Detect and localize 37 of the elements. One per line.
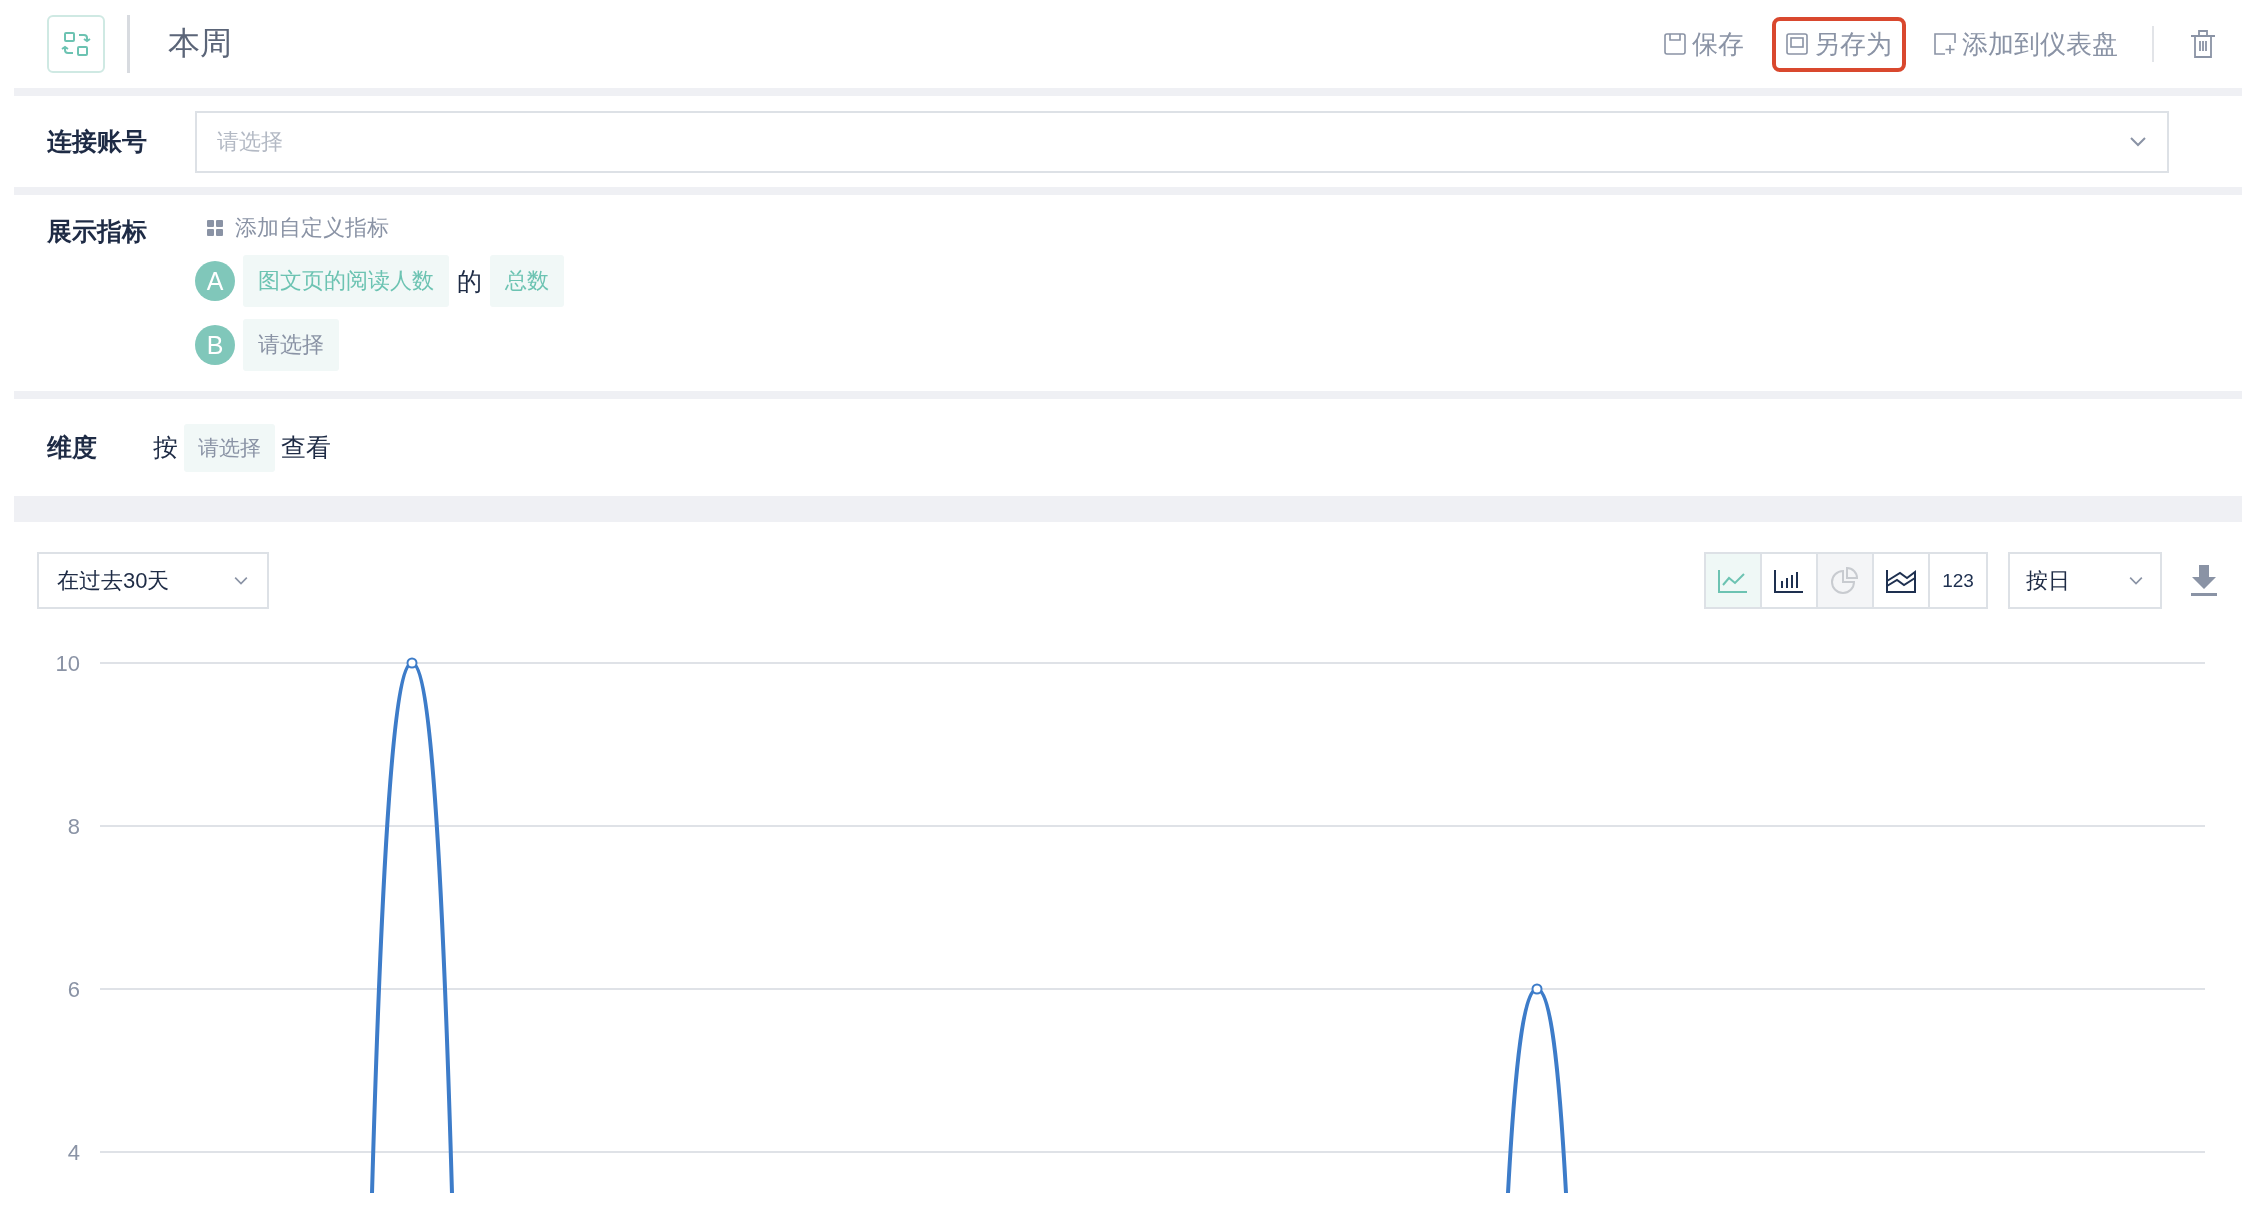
y-axis-label: 10: [55, 651, 80, 676]
report-title: 本周: [168, 24, 232, 63]
chevron-down-icon: [2128, 575, 2144, 586]
delete-icon[interactable]: [2190, 30, 2216, 58]
y-axis-label: 4: [67, 1140, 80, 1165]
chevron-down-icon: [2129, 135, 2147, 148]
metric-chip[interactable]: 总数: [490, 255, 564, 307]
field-label: 展示指标: [46, 216, 148, 247]
y-axis-label: 8: [67, 814, 80, 839]
metric-select[interactable]: 请选择: [243, 319, 339, 371]
account-select[interactable]: 请选择: [195, 110, 2169, 173]
granularity-select[interactable]: 按日: [2008, 552, 2162, 609]
metric-letter-badge: A: [195, 261, 235, 301]
bar-chart-icon: [1774, 568, 1804, 593]
metric-letter-badge: B: [195, 325, 235, 365]
area-chart-icon: [1886, 568, 1916, 593]
save-as-button[interactable]: 另存为: [1772, 16, 1906, 72]
logo-button[interactable]: [47, 15, 105, 73]
save-button[interactable]: 保存: [1650, 16, 1758, 72]
chevron-down-icon: [233, 575, 249, 586]
swap-icon: [61, 29, 91, 59]
add-icon: [1934, 33, 1956, 55]
date-range-select[interactable]: 在过去30天: [37, 552, 269, 609]
suffix-text: 查看: [281, 432, 331, 463]
prefix-text: 按: [153, 432, 178, 463]
grid-icon: [207, 220, 223, 236]
download-icon[interactable]: [2190, 564, 2218, 597]
add-custom-metric-button[interactable]: 添加自定义指标: [207, 213, 564, 243]
metric-chip[interactable]: 图文页的阅读人数: [243, 255, 449, 307]
line-chart-icon: [1718, 568, 1748, 593]
y-axis-label: 6: [67, 977, 80, 1002]
field-label: 连接账号: [46, 126, 148, 157]
connector-text: 的: [457, 265, 482, 297]
add-to-dashboard-button[interactable]: 添加到仪表盘: [1920, 16, 2132, 72]
dimension-select[interactable]: 请选择: [184, 423, 275, 472]
pie-chart-icon: [1830, 566, 1860, 595]
field-label: 维度: [46, 432, 98, 463]
